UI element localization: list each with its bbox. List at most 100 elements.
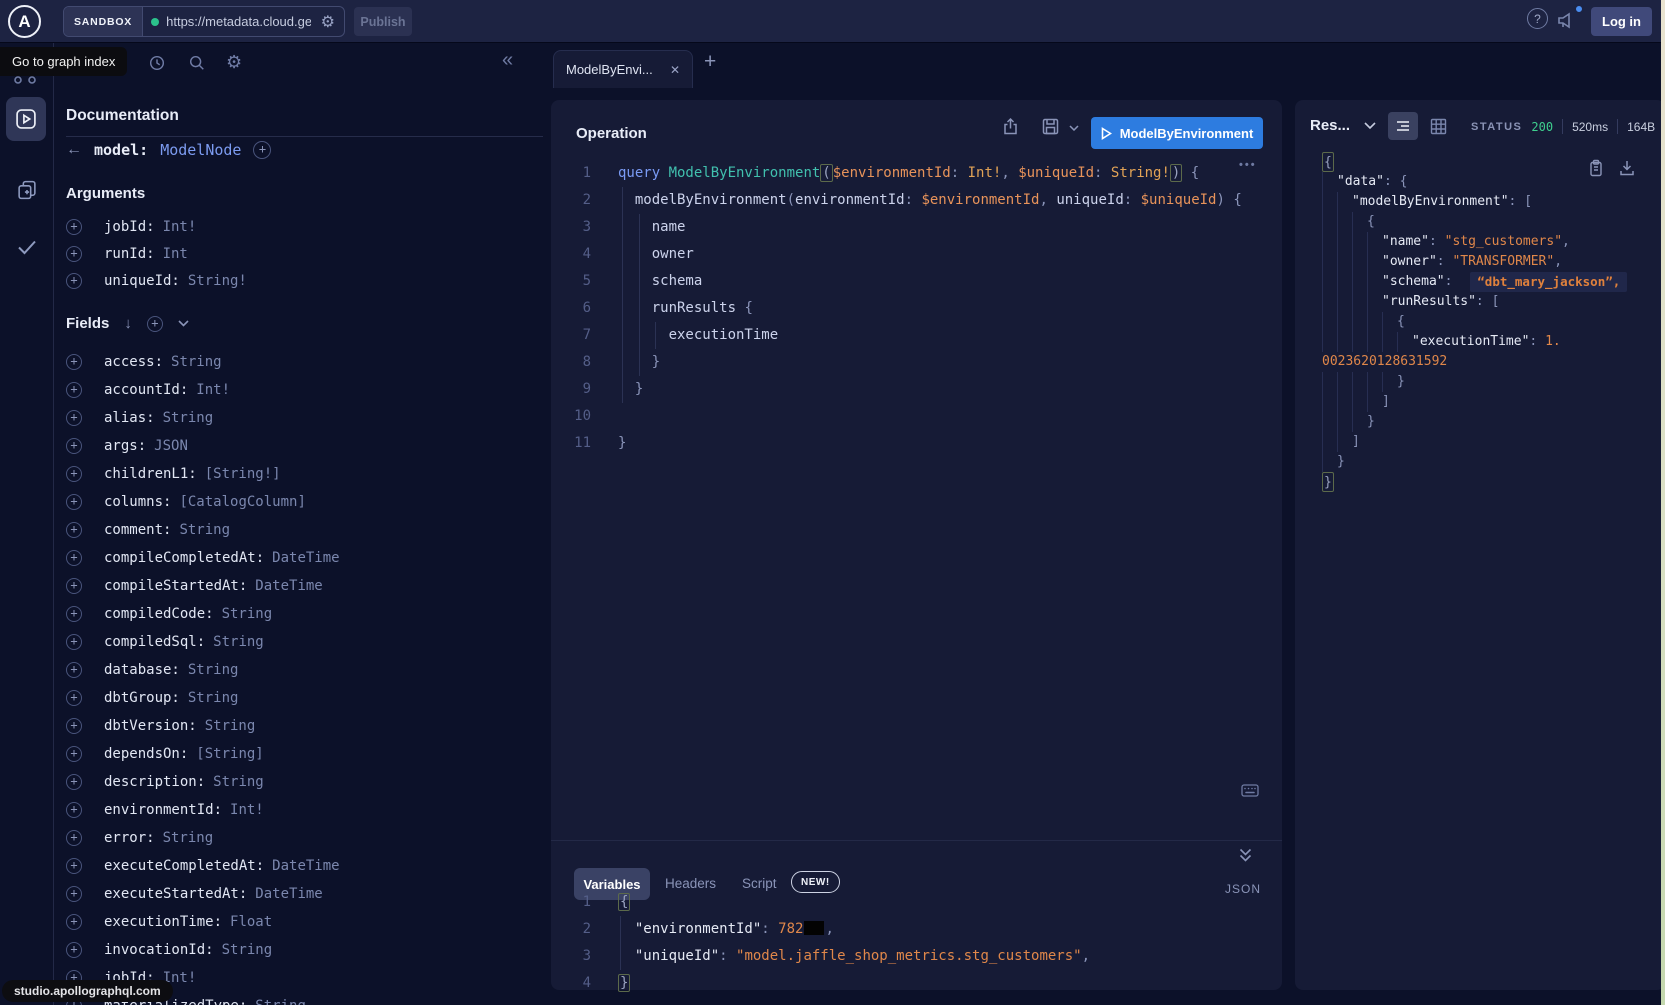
tab-modelbyenvironment[interactable]: ModelByEnvi... ✕ — [553, 50, 693, 88]
save-icon[interactable] — [1041, 117, 1060, 136]
add-field-button[interactable]: + — [66, 718, 82, 734]
field-row[interactable]: +executionTime:Float — [66, 908, 536, 936]
field-row[interactable]: +executeStartedAt:DateTime — [66, 880, 536, 908]
field-name: dbtVersion: — [104, 718, 197, 734]
share-icon[interactable] — [1001, 117, 1020, 136]
add-field-button[interactable]: + — [66, 578, 82, 594]
tree-view-toggle[interactable] — [1388, 112, 1418, 140]
sidebar-item-explorer[interactable] — [6, 97, 46, 141]
add-field-button[interactable]: + — [66, 522, 82, 538]
line-number: 3 — [551, 214, 591, 241]
response-title[interactable]: Res... — [1310, 117, 1350, 134]
sidebar-item-checklist[interactable] — [16, 238, 38, 256]
code-line: 10 — [551, 403, 1282, 430]
connection-settings-icon[interactable]: ⚙ — [319, 7, 344, 36]
field-name: accountId: — [104, 382, 188, 398]
collapse-panel-icon[interactable]: « — [502, 50, 513, 70]
field-row[interactable]: +compiledCode:String — [66, 600, 536, 628]
add-field-button[interactable]: + — [66, 438, 82, 454]
add-field-button[interactable]: + — [66, 774, 82, 790]
field-row[interactable]: +accountId:Int! — [66, 376, 536, 404]
sidebar-item-schema[interactable] — [16, 179, 38, 201]
collapse-variables-icon[interactable] — [1239, 848, 1252, 863]
field-row[interactable]: +compileStartedAt:DateTime — [66, 572, 536, 600]
new-tab-button[interactable]: + — [704, 51, 716, 72]
add-field-button[interactable]: + — [66, 246, 82, 262]
settings-gear-icon[interactable]: ⚙ — [226, 52, 242, 73]
add-field-button[interactable]: + — [66, 273, 82, 289]
argument-row[interactable]: +uniqueId:String! — [66, 267, 526, 294]
add-field-button[interactable]: + — [66, 634, 82, 650]
search-icon[interactable] — [188, 54, 206, 72]
add-all-fields-button[interactable]: + — [147, 316, 163, 332]
variables-editor[interactable]: 1{2 "environmentId": 782,3 "uniqueId": "… — [551, 889, 1282, 997]
indent-guide — [1322, 432, 1337, 452]
indent-guide — [1382, 312, 1397, 332]
field-name: description: — [104, 774, 205, 790]
add-field-button[interactable]: + — [66, 219, 82, 235]
add-field-button[interactable]: + — [66, 914, 82, 930]
add-field-button[interactable]: + — [66, 494, 82, 510]
back-arrow-icon[interactable]: ← — [66, 141, 82, 159]
table-view-toggle[interactable] — [1430, 118, 1447, 135]
publish-button[interactable]: Publish — [354, 7, 412, 36]
doc-type-link[interactable]: ModelNode — [160, 141, 241, 159]
add-field-button[interactable]: + — [66, 690, 82, 706]
add-field-button[interactable]: + — [66, 550, 82, 566]
field-row[interactable]: +dbtGroup:String — [66, 684, 536, 712]
add-field-button[interactable]: + — [66, 354, 82, 370]
fields-header: Fields ↓ + — [66, 315, 189, 332]
add-field-button[interactable]: + — [66, 942, 82, 958]
argument-row[interactable]: +runId:Int — [66, 240, 526, 267]
variables-divider — [551, 840, 1282, 841]
field-row[interactable]: +alias:String — [66, 404, 536, 432]
field-row[interactable]: +database:String — [66, 656, 536, 684]
help-icon[interactable]: ? — [1527, 8, 1548, 29]
add-type-button[interactable]: + — [253, 141, 271, 159]
operation-editor[interactable]: 1query ModelByEnvironment($environmentId… — [551, 160, 1282, 457]
apollo-logo[interactable]: A — [8, 5, 41, 38]
field-row[interactable]: +args:JSON — [66, 432, 536, 460]
field-row[interactable]: +compileCompletedAt:DateTime — [66, 544, 536, 572]
add-field-button[interactable]: + — [66, 410, 82, 426]
login-button[interactable]: Log in — [1591, 7, 1652, 36]
field-row[interactable]: +description:String — [66, 768, 536, 796]
tab-close-icon[interactable]: ✕ — [670, 63, 680, 77]
field-row[interactable]: +childrenL1:[String!] — [66, 460, 536, 488]
field-row[interactable]: +executeCompletedAt:DateTime — [66, 852, 536, 880]
add-field-button[interactable]: + — [66, 830, 82, 846]
add-field-button[interactable]: + — [66, 886, 82, 902]
argument-row[interactable]: +jobId:Int! — [66, 213, 526, 240]
add-field-button[interactable]: + — [66, 606, 82, 622]
endpoint-url-field[interactable]: https://metadata.cloud.get — [143, 7, 319, 36]
field-row[interactable]: +comment:String — [66, 516, 536, 544]
history-icon[interactable] — [148, 54, 166, 72]
add-field-button[interactable]: + — [66, 662, 82, 678]
field-row[interactable]: +columns:[CatalogColumn] — [66, 488, 536, 516]
add-field-button[interactable]: + — [66, 382, 82, 398]
add-field-button[interactable]: + — [66, 858, 82, 874]
indent-guide — [1322, 392, 1337, 412]
field-row[interactable]: +invocationId:String — [66, 936, 536, 964]
sort-fields-icon[interactable]: ↓ — [124, 315, 132, 332]
chevron-down-icon[interactable] — [178, 320, 189, 327]
code-line: 8 } — [551, 349, 1282, 376]
announcements-icon[interactable] — [1555, 9, 1577, 31]
field-type: [String!] — [205, 466, 281, 482]
field-name: dbtGroup: — [104, 690, 180, 706]
field-row[interactable]: +compiledSql:String — [66, 628, 536, 656]
field-row[interactable]: +dbtVersion:String — [66, 712, 536, 740]
add-field-button[interactable]: + — [66, 466, 82, 482]
field-row[interactable]: +access:String — [66, 348, 536, 376]
add-field-button[interactable]: + — [66, 746, 82, 762]
indent-guide — [1367, 252, 1382, 272]
add-field-button[interactable]: + — [66, 802, 82, 818]
response-dropdown-chevron-icon[interactable] — [1364, 122, 1376, 130]
keyboard-shortcuts-icon[interactable] — [1241, 784, 1259, 797]
field-row[interactable]: +error:String — [66, 824, 536, 852]
save-dropdown-chevron-icon[interactable] — [1069, 125, 1079, 131]
field-row[interactable]: +dependsOn:[String] — [66, 740, 536, 768]
field-row[interactable]: +environmentId:Int! — [66, 796, 536, 824]
run-operation-button[interactable]: ModelByEnvironment — [1091, 117, 1263, 149]
arguments-list: +jobId:Int!+runId:Int+uniqueId:String! — [66, 213, 526, 294]
